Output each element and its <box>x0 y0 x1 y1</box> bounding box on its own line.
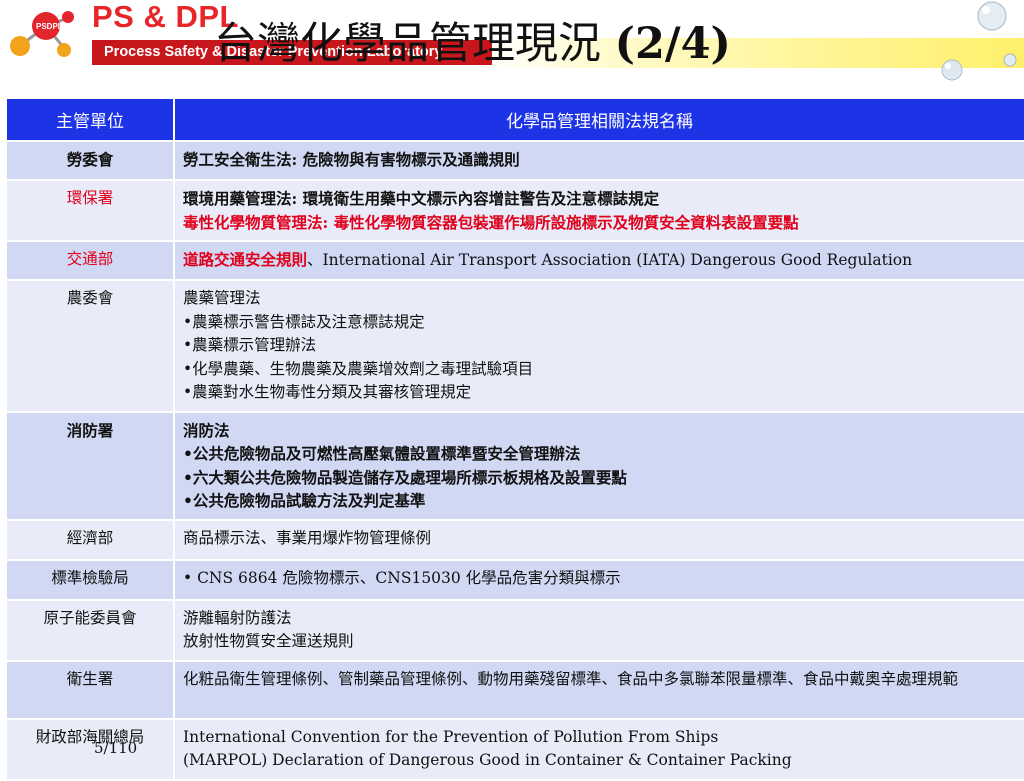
regulation-line: •農藥標示管理辦法 <box>183 336 317 354</box>
table-row: 衛生署 化粧品衛生管理條例、管制藥品管理條例、動物用藥殘留標準、食品中多氯聯苯限… <box>5 659 1024 720</box>
regulation-line: 農藥管理法 <box>183 289 261 307</box>
regulation-line: •六大類公共危險物品製造儲存及處理場所標示板規格及設置要點 <box>183 467 627 487</box>
agency-cell: 經濟部 <box>5 518 175 561</box>
regulation-highlight: 道路交通安全規則 <box>183 250 308 269</box>
regulations-cell: 農藥管理法 •農藥標示警告標誌及注意標誌規定 •農藥標示管理辦法 •化學農藥、生… <box>173 279 1024 413</box>
agency-cell: 衛生署 <box>5 659 175 720</box>
agency-cell: 原子能委員會 <box>5 598 175 662</box>
logo-text: PSDPL <box>36 22 63 31</box>
psdpl-logo-icon: PSDPL <box>10 11 74 57</box>
regulations-cell: 游離輻射防護法 放射性物質安全運送規則 <box>173 598 1024 662</box>
regulations-cell: 勞工安全衛生法: 危險物與有害物標示及通識規則 <box>173 140 1024 181</box>
regulation-line: 毒性化學物質管理法: 毒性化學物質容器包裝運作場所設施標示及物質安全資料表設置要… <box>183 212 799 232</box>
regulations-cell: • CNS 6864 危險物標示、CNS15030 化學品危害分類與標示 <box>173 558 1024 601</box>
regulation-line: • CNS 6864 危險物標示、CNS15030 化學品危害分類與標示 <box>183 568 621 587</box>
regulation-text: 、International Air Transport Association… <box>307 251 913 269</box>
regulation-line: 勞工安全衛生法: 危險物與有害物標示及通識規則 <box>183 150 520 169</box>
table-row: 標準檢驗局 • CNS 6864 危險物標示、CNS15030 化學品危害分類與… <box>5 558 1024 601</box>
agency-cell: 交通部 <box>5 240 175 281</box>
table-row: 交通部 道路交通安全規則、International Air Transport… <box>5 240 1024 281</box>
regulation-line: 道路交通安全規則、International Air Transport Ass… <box>183 248 1016 273</box>
regulation-line: (MARPOL) Declaration of Dangerous Good i… <box>183 751 792 769</box>
slide-title-part: (2/4) <box>614 19 731 69</box>
slide-title: 台灣化學品管理現況 (2/4) <box>214 16 731 72</box>
regulation-line: •農藥對水生物毒性分類及其審核管理規定 <box>183 383 472 401</box>
regulation-line: •農藥標示警告標誌及注意標誌規定 <box>183 312 425 331</box>
regulations-cell: 化粧品衛生管理條例、管制藥品管理條例、動物用藥殘留標準、食品中多氯聯苯限量標準、… <box>173 659 1024 720</box>
slide-header: PSDPL PS & DPL Process Safety & Disaster… <box>0 0 1024 96</box>
agency-cell: 財政部海關總局 <box>5 717 175 781</box>
table-row: 原子能委員會 游離輻射防護法 放射性物質安全運送規則 <box>5 598 1024 662</box>
agency-cell: 消防署 <box>5 410 175 521</box>
agency-cell: 標準檢驗局 <box>5 558 175 601</box>
regulation-line: 放射性物質安全運送規則 <box>183 632 354 650</box>
column-header-agency: 主管單位 <box>5 97 175 142</box>
agency-cell: 環保署 <box>5 179 175 242</box>
table-row: 勞委會 勞工安全衛生法: 危險物與有害物標示及通識規則 <box>5 140 1024 181</box>
regulation-line: 消防法 <box>183 420 230 440</box>
regulations-cell: International Convention for the Prevent… <box>173 717 1024 781</box>
regulation-line: International Convention for the Prevent… <box>183 727 719 746</box>
regulations-cell: 道路交通安全規則、International Air Transport Ass… <box>173 240 1024 281</box>
regulation-line: •化學農藥、生物農藥及農藥增效劑之毒理試驗項目 <box>183 359 534 378</box>
table-row: 經濟部 商品標示法、事業用爆炸物管理條例 <box>5 518 1024 561</box>
regulation-line: •公共危險物品試驗方法及判定基準 <box>183 491 426 510</box>
slide-title-main: 台灣化學品管理現況 <box>214 19 601 69</box>
agency-cell: 勞委會 <box>5 140 175 181</box>
regulations-table: 主管單位 化學品管理相關法規名稱 勞委會 勞工安全衛生法: 危險物與有害物標示及… <box>5 97 1024 781</box>
table-header-row: 主管單位 化學品管理相關法規名稱 <box>5 97 1024 142</box>
regulation-line: •公共危險物品及可燃性高壓氣體設置標準暨安全管理辦法 <box>183 444 581 463</box>
column-header-regulations: 化學品管理相關法規名稱 <box>173 97 1024 142</box>
regulation-line: 游離輻射防護法 <box>183 608 292 627</box>
table-row: 農委會 農藥管理法 •農藥標示警告標誌及注意標誌規定 •農藥標示管理辦法 •化學… <box>5 279 1024 413</box>
regulation-line: 化粧品衛生管理條例、管制藥品管理條例、動物用藥殘留標準、食品中多氯聯苯限量標準、… <box>183 669 959 688</box>
agency-cell: 農委會 <box>5 279 175 413</box>
regulations-cell: 環境用藥管理法: 環境衛生用藥中文標示內容增註警告及注意標誌規定 毒性化學物質管… <box>173 179 1024 242</box>
water-drop-decoration-icon <box>941 1 1017 81</box>
table-row: 環保署 環境用藥管理法: 環境衛生用藥中文標示內容增註警告及注意標誌規定 毒性化… <box>5 179 1024 242</box>
regulations-cell: 商品標示法、事業用爆炸物管理條例 <box>173 518 1024 561</box>
page-number: 5/110 <box>94 739 138 757</box>
table-row: 財政部海關總局 International Convention for the… <box>5 717 1024 781</box>
regulation-line: 商品標示法、事業用爆炸物管理條例 <box>183 528 432 547</box>
regulations-cell: 消防法 •公共危險物品及可燃性高壓氣體設置標準暨安全管理辦法 •六大類公共危險物… <box>173 410 1024 521</box>
regulation-line: 環境用藥管理法: 環境衛生用藥中文標示內容增註警告及注意標誌規定 <box>183 189 660 208</box>
table-row: 消防署 消防法 •公共危險物品及可燃性高壓氣體設置標準暨安全管理辦法 •六大類公… <box>5 410 1024 521</box>
